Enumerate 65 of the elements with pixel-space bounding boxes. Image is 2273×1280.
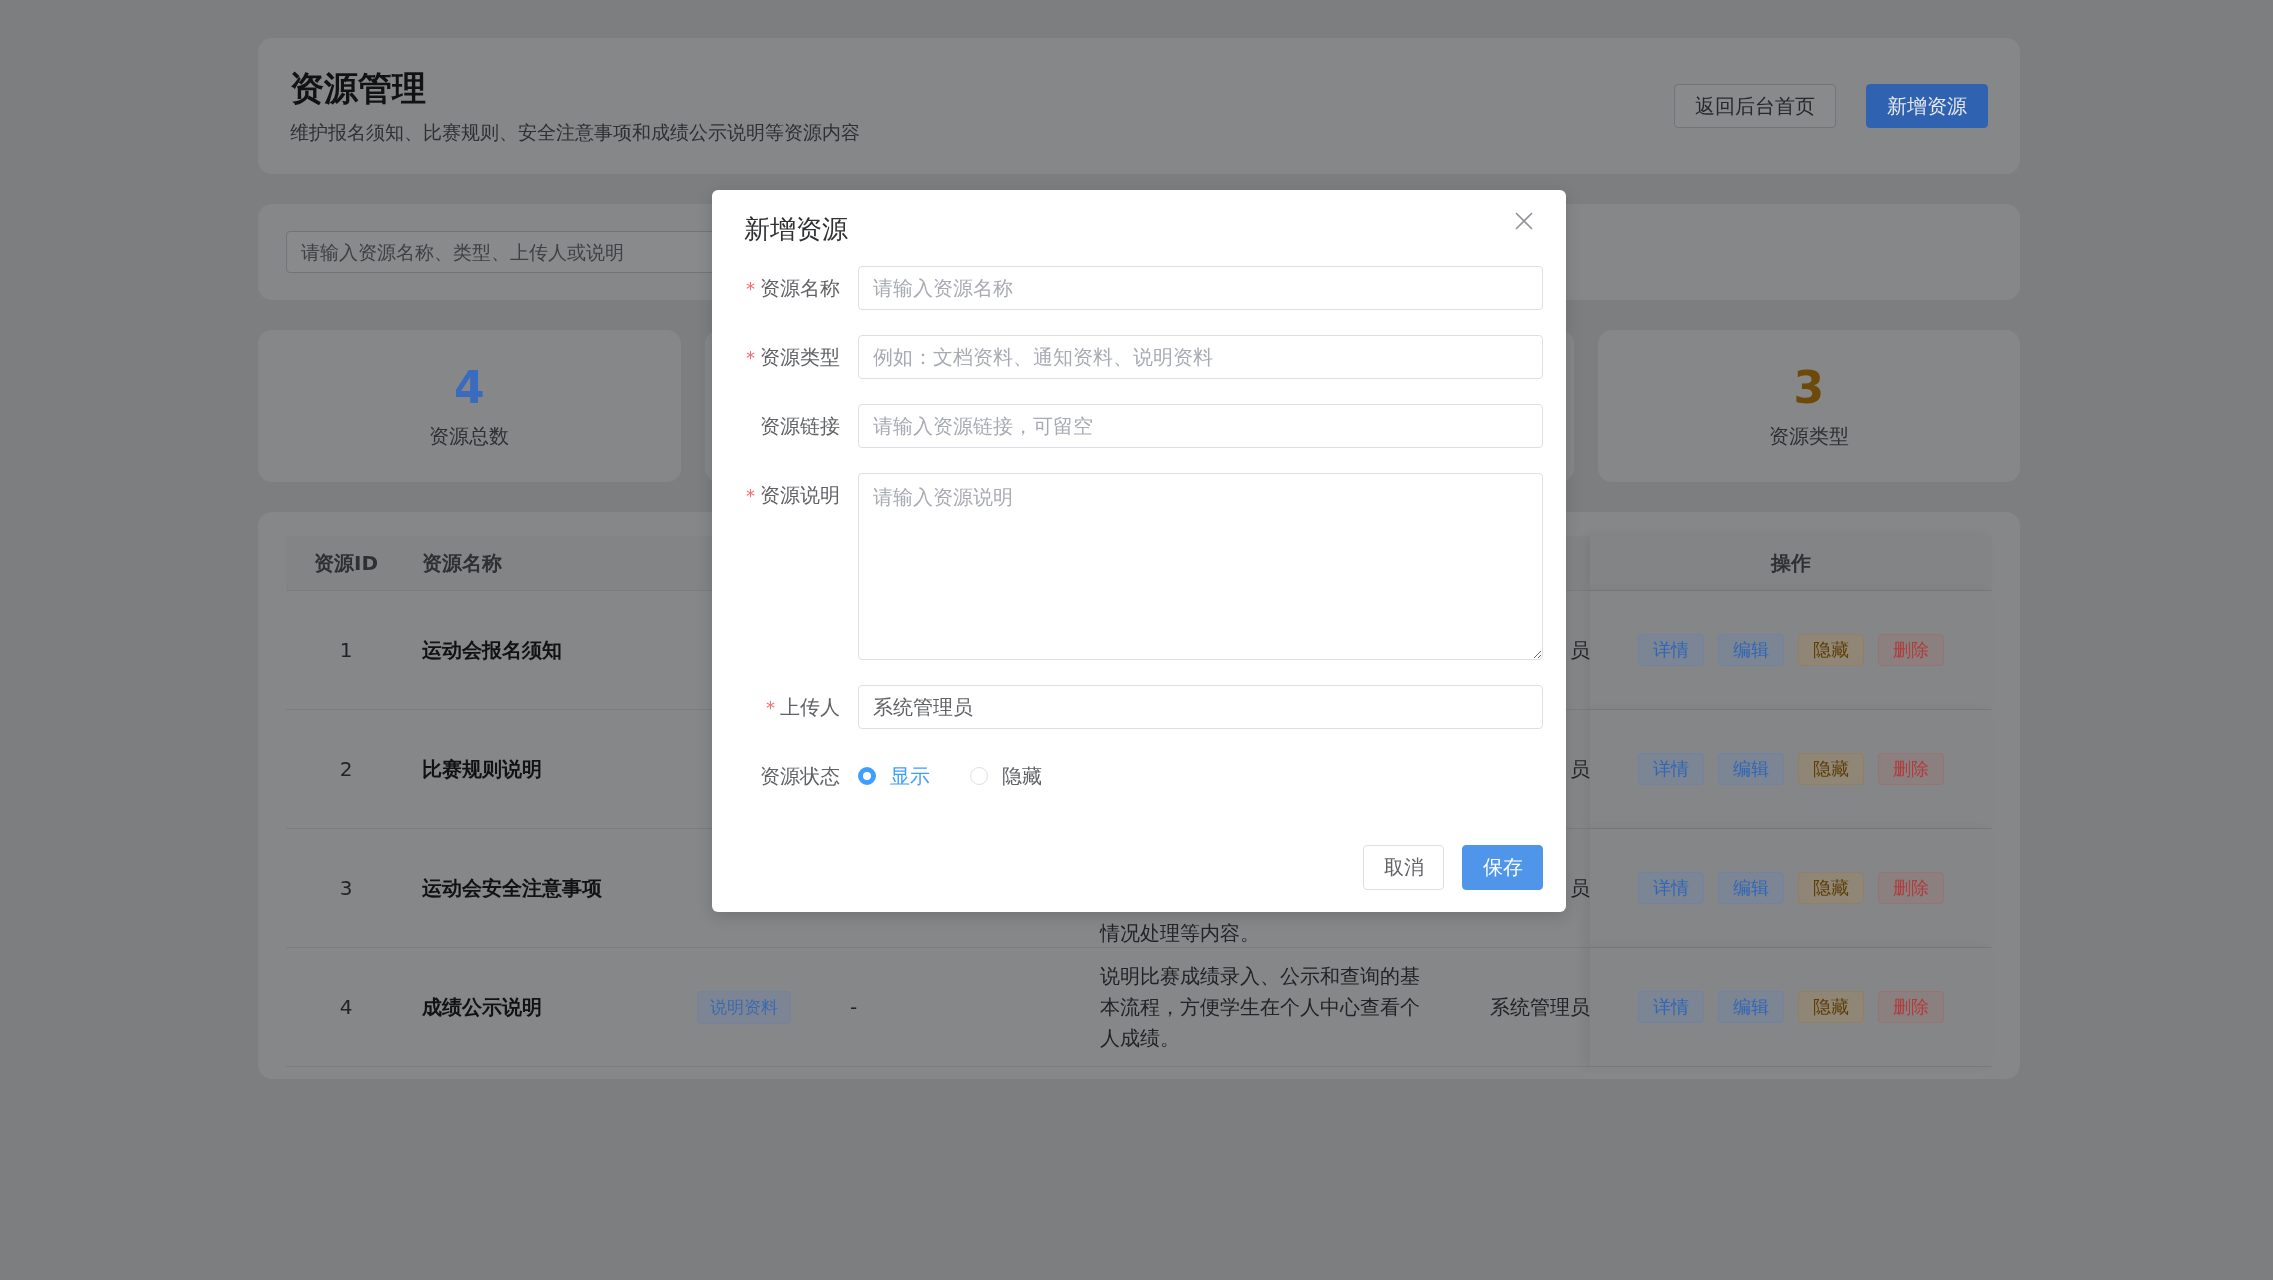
link-text: - <box>850 995 858 1019</box>
save-button[interactable]: 保存 <box>1462 845 1543 890</box>
uploader-text: 员 <box>1570 636 1590 664</box>
field-label: 资源类型 <box>760 343 840 371</box>
uploader-text: 系统管理员 <box>1490 993 1590 1021</box>
required-mark: * <box>766 696 775 718</box>
description-text: 说明比赛成绩录入、公示和查询的基本流程，方便学生在个人中心查看个人成绩。 <box>1100 962 1421 1052</box>
close-icon[interactable] <box>1515 212 1533 230</box>
required-mark: * <box>746 277 755 299</box>
uploader-text: 员 <box>1570 755 1590 783</box>
stat-label: 资源类型 <box>1768 423 1849 450</box>
stat-label: 资源总数 <box>429 423 510 450</box>
detail-button[interactable]: 详情 <box>1638 991 1704 1023</box>
id-text: 2 <box>339 757 353 781</box>
edit-button[interactable]: 编辑 <box>1718 872 1784 904</box>
delete-button[interactable]: 删除 <box>1878 634 1944 666</box>
add-button[interactable]: 新增资源 <box>1866 84 1988 128</box>
id-text: 1 <box>339 638 353 662</box>
input-field[interactable]: 系统管理员 <box>858 685 1543 729</box>
back-button[interactable]: 返回后台首页 <box>1674 84 1836 128</box>
hide-button[interactable]: 隐藏 <box>1798 634 1864 666</box>
field-label: 资源状态 <box>760 762 840 790</box>
radio-button[interactable] <box>858 767 876 785</box>
detail-button[interactable]: 详情 <box>1638 872 1704 904</box>
input-field[interactable]: 例如：文档资料、通知资料、说明资料 <box>858 335 1543 379</box>
delete-button[interactable]: 删除 <box>1878 991 1944 1023</box>
detail-button[interactable]: 详情 <box>1638 634 1704 666</box>
field-label: 资源名称 <box>760 274 840 302</box>
radio-label[interactable]: 隐藏 <box>1002 762 1042 790</box>
hide-button[interactable]: 隐藏 <box>1798 872 1864 904</box>
detail-button[interactable]: 详情 <box>1638 753 1704 785</box>
cancel-button[interactable]: 取消 <box>1363 845 1444 890</box>
column-header: 操作 <box>1590 536 1992 590</box>
uploader-text: 员 <box>1570 874 1590 902</box>
edit-button[interactable]: 编辑 <box>1718 634 1784 666</box>
page-subtitle: 维护报名须知、比赛规则、安全注意事项和成绩公示说明等资源内容 <box>290 120 860 145</box>
column-header: 资源ID <box>312 549 379 577</box>
hide-button[interactable]: 隐藏 <box>1798 753 1864 785</box>
page-title: 资源管理 <box>290 67 427 110</box>
hide-button[interactable]: 隐藏 <box>1798 991 1864 1023</box>
delete-button[interactable]: 删除 <box>1878 753 1944 785</box>
field-label: 资源说明 <box>760 481 840 509</box>
delete-button[interactable]: 删除 <box>1878 872 1944 904</box>
resource-name: 比赛规则说明 <box>422 755 542 783</box>
input-field[interactable]: 请输入资源名称 <box>858 266 1543 310</box>
id-text: 4 <box>339 995 353 1019</box>
resource-name: 成绩公示说明 <box>422 993 542 1021</box>
description-text: 情况处理等内容。 <box>1100 920 1260 947</box>
column-header: 资源名称 <box>421 549 503 577</box>
id-text: 3 <box>339 876 353 900</box>
required-mark: * <box>746 346 755 368</box>
text-area[interactable]: 请输入资源说明 <box>858 473 1543 660</box>
required-mark: * <box>746 484 755 506</box>
stat-value: 3 <box>1793 362 1825 413</box>
field-label: 资源链接 <box>760 412 840 440</box>
dialog-title: 新增资源 <box>743 213 848 246</box>
stat-value: 4 <box>453 362 485 413</box>
resource-name: 运动会报名须知 <box>422 636 562 664</box>
edit-button[interactable]: 编辑 <box>1718 753 1784 785</box>
radio-label[interactable]: 显示 <box>890 762 930 790</box>
input-field[interactable]: 请输入资源链接，可留空 <box>858 404 1543 448</box>
type-tag: 说明资料 <box>697 990 791 1024</box>
field-label: 上传人 <box>780 693 840 721</box>
edit-button[interactable]: 编辑 <box>1718 991 1784 1023</box>
resource-name: 运动会安全注意事项 <box>422 874 602 902</box>
